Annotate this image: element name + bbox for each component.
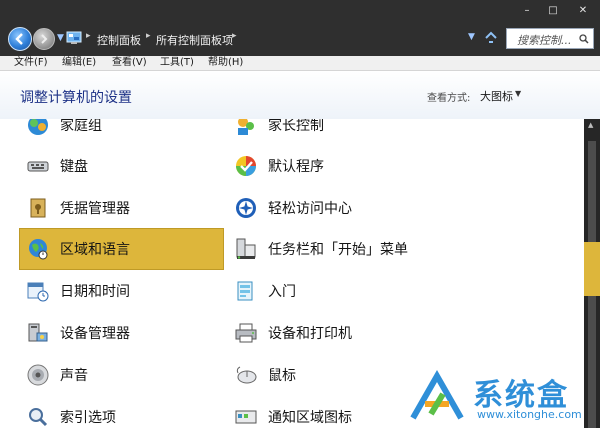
mouse-icon [236, 366, 257, 384]
devices-printers-icon [235, 323, 257, 343]
recent-pages-dropdown[interactable]: ▼ [57, 33, 64, 43]
parental-controls-icon [238, 119, 254, 135]
homegroup-icon [28, 119, 48, 135]
item-indexing-options[interactable]: 索引选项 [20, 396, 224, 428]
item-label: 通知区域图标 [268, 410, 352, 426]
close-button[interactable]: ✕ [566, 0, 600, 20]
item-taskbar-start-menu[interactable]: 任务栏和「开始」菜单 [228, 228, 528, 270]
keyboard-icon [27, 161, 49, 172]
date-time-icon [27, 282, 49, 302]
menu-view[interactable]: 查看(V) [112, 56, 147, 70]
item-date-time[interactable]: 日期和时间 [20, 270, 224, 312]
item-label: 凭据管理器 [60, 201, 130, 217]
maximize-button[interactable]: □ [540, 0, 566, 20]
notification-area-icon [235, 410, 257, 424]
item-label: 鼠标 [268, 368, 296, 384]
arrow-right-icon [41, 34, 48, 44]
credential-manager-icon [30, 198, 46, 218]
breadcrumb-separator-icon[interactable]: ▸ [232, 31, 237, 41]
item-sound[interactable]: 声音 [20, 354, 224, 396]
item-default-programs[interactable]: 默认程序 [228, 145, 528, 187]
item-keyboard[interactable]: 键盘 [20, 145, 224, 187]
item-label: 索引选项 [60, 410, 116, 426]
item-ease-of-access[interactable]: 轻松访问中心 [228, 187, 528, 229]
menu-edit[interactable]: 编辑(E) [62, 56, 96, 70]
search-input[interactable]: 搜索控制... [506, 28, 594, 49]
chevron-down-icon[interactable]: ▼ [515, 89, 521, 98]
view-by-dropdown[interactable]: 大图标 [480, 88, 513, 104]
control-panel-icon [66, 31, 82, 44]
breadcrumb-all-items[interactable]: 所有控制面板项 [156, 32, 233, 48]
item-label: 轻松访问中心 [268, 201, 352, 217]
view-by-label: 查看方式: [427, 93, 471, 104]
item-label: 入门 [268, 284, 296, 300]
item-label: 默认程序 [268, 159, 324, 175]
forward-button[interactable] [33, 28, 55, 50]
page-title: 调整计算机的设置 [20, 90, 132, 106]
item-label: 设备管理器 [60, 326, 130, 342]
item-label: 声音 [60, 368, 88, 384]
content-header: 调整计算机的设置 查看方式: 大图标 ▼ [0, 71, 600, 119]
item-label: 区域和语言 [60, 242, 130, 258]
item-device-manager[interactable]: 设备管理器 [20, 312, 224, 354]
taskbar-start-menu-icon [236, 238, 256, 259]
menu-file[interactable]: 文件(F) [14, 56, 48, 70]
watermark-logo-icon [410, 369, 464, 420]
indexing-options-icon [29, 408, 48, 427]
menu-bar: 文件(F) 编辑(E) 查看(V) 工具(T) 帮助(H) [0, 56, 600, 71]
item-label: 任务栏和「开始」菜单 [268, 242, 408, 258]
address-history-dropdown[interactable]: ▼ [468, 32, 475, 42]
item-label: 日期和时间 [60, 284, 130, 300]
back-button[interactable] [8, 27, 32, 51]
address-bar: ▼ ▸ 控制面板 ▸ 所有控制面板项 ▸ ▼ 搜索控制... [0, 24, 600, 54]
item-devices-printers[interactable]: 设备和打印机 [228, 312, 528, 354]
item-parental-controls[interactable]: 家长控制 [228, 119, 528, 146]
search-icon[interactable] [579, 34, 589, 44]
breadcrumb-separator-icon[interactable]: ▸ [146, 31, 151, 41]
default-programs-icon [236, 156, 256, 176]
getting-started-icon [237, 281, 253, 301]
refresh-icon[interactable] [484, 30, 498, 44]
search-placeholder: 搜索控制... [517, 34, 572, 47]
item-label: 家长控制 [268, 119, 324, 134]
breadcrumb-separator-icon[interactable]: ▸ [86, 31, 91, 41]
item-homegroup[interactable]: 家庭组 [20, 119, 224, 146]
menu-tools[interactable]: 工具(T) [160, 56, 194, 70]
sound-icon [27, 364, 49, 386]
item-region-language[interactable]: 区域和语言 [19, 228, 224, 270]
control-panel-window: – □ ✕ ▼ ▸ 控制面板 ▸ 所有控制面板项 ▸ ▼ 搜索控制... 文件(… [0, 0, 600, 428]
menu-help[interactable]: 帮助(H) [208, 56, 243, 70]
region-language-icon [29, 239, 48, 260]
scrollbar-highlight [584, 242, 600, 296]
minimize-button[interactable]: – [514, 0, 540, 20]
breadcrumb-control-panel[interactable]: 控制面板 [97, 32, 141, 48]
item-getting-started[interactable]: 入门 [228, 270, 528, 312]
scroll-up-icon[interactable]: ▲ [588, 121, 593, 129]
item-label: 家庭组 [60, 119, 102, 134]
watermark: 系统盒 www.xitonghe.com [405, 368, 600, 428]
arrow-left-icon [15, 33, 23, 45]
watermark-url: www.xitonghe.com [477, 408, 582, 421]
item-label: 键盘 [60, 159, 88, 175]
device-manager-icon [28, 323, 48, 342]
caption-buttons: – □ ✕ [514, 0, 600, 20]
ease-of-access-icon [236, 198, 256, 218]
item-label: 设备和打印机 [268, 326, 352, 342]
item-credential-manager[interactable]: 凭据管理器 [20, 187, 224, 229]
